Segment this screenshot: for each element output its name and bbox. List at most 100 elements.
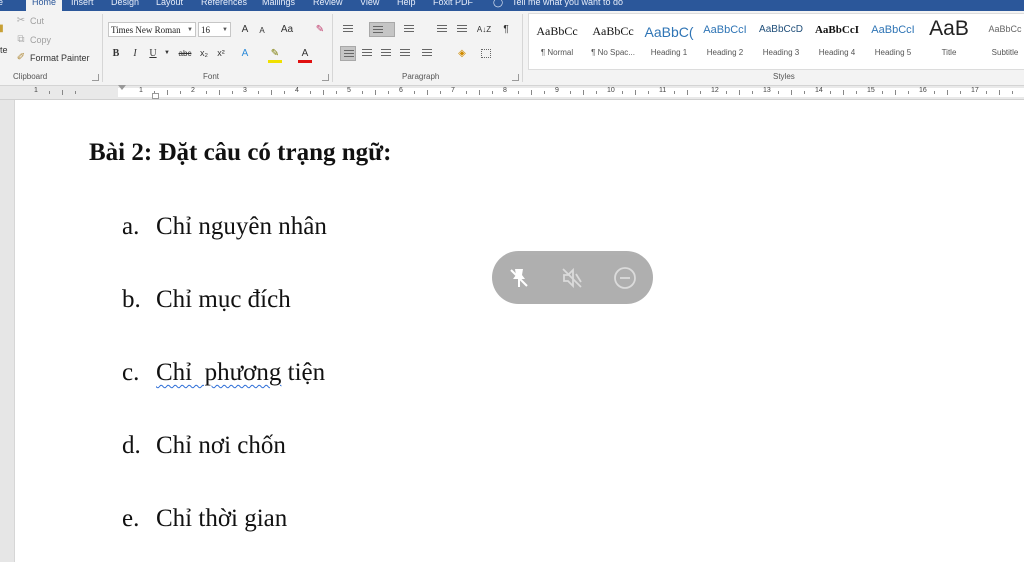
unpin-icon[interactable] <box>506 265 532 291</box>
style-normal[interactable]: AaBbCc ¶ Normal <box>529 14 585 69</box>
font-name-combo[interactable]: Times New Roman ▼ <box>108 22 196 37</box>
tell-me-search[interactable]: Tell me what you want to do <box>512 0 623 11</box>
ruler-tick <box>778 91 779 94</box>
chevron-down-icon: ▼ <box>187 27 193 33</box>
paragraph-launcher-icon[interactable] <box>512 74 519 81</box>
font-color-button[interactable]: A <box>298 46 312 61</box>
list-marker: d. <box>122 432 141 459</box>
tab-layout[interactable]: Layout <box>156 0 183 11</box>
copy-button[interactable]: Copy <box>30 35 51 45</box>
text-effects-button[interactable]: A <box>238 46 252 61</box>
superscript-button[interactable]: x² <box>214 46 228 61</box>
style-heading-3[interactable]: AaBbCcD Heading 3 <box>753 14 809 69</box>
format-painter-button[interactable]: Format Painter <box>30 53 90 63</box>
list-item-text: Chỉ nơi chốn <box>156 432 286 459</box>
style-subtitle[interactable]: AaBbCc Subtitle <box>977 14 1024 69</box>
style-heading-4[interactable]: AaBbCcI Heading 4 <box>809 14 865 69</box>
align-right-icon[interactable] <box>378 46 394 61</box>
tab-review[interactable]: Review <box>313 0 343 11</box>
bullets-icon[interactable] <box>340 22 356 37</box>
horizontal-ruler[interactable]: 1 1 2 3 4 5 6 7 8 9 10 11 12 13 14 15 16 17 <box>0 85 1024 100</box>
font-launcher-icon[interactable] <box>322 74 329 81</box>
sort-button[interactable]: A↓Z <box>476 22 492 37</box>
tab-mailings[interactable]: Mailings <box>262 0 295 11</box>
ruler-tick <box>544 91 545 94</box>
strikethrough-button[interactable]: abc <box>176 46 194 61</box>
italic-button[interactable]: I <box>129 46 141 61</box>
style-no-spacing[interactable]: AaBbCc ¶ No Spac... <box>585 14 641 69</box>
ribbon: ▮ te ✂ Cut ⧉ Copy ✐ Format Painter Clipb… <box>0 11 1024 86</box>
increase-indent-icon[interactable] <box>454 22 470 37</box>
tab-home[interactable]: Home <box>26 0 63 11</box>
list-item[interactable]: b. Chỉ mục đích <box>122 286 291 314</box>
tab-foxit-pdf[interactable]: Foxit PDF <box>433 0 473 11</box>
style-title[interactable]: AaB Title <box>921 14 977 69</box>
list-item[interactable]: c. Chỉ phương tiện <box>122 359 325 387</box>
file-tab[interactable]: e <box>0 0 3 11</box>
ruler-number: 11 <box>659 87 667 94</box>
underline-button[interactable]: U <box>147 46 159 61</box>
shading-icon[interactable]: ◈ <box>454 46 470 61</box>
exercise-heading[interactable]: Bài 2: Đặt câu có trạng ngữ: <box>89 139 391 167</box>
ruler-tick <box>739 90 740 95</box>
style-name: ¶ Normal <box>540 48 574 57</box>
ruler-tick <box>336 91 337 94</box>
list-item[interactable]: e. Chỉ thời gian <box>122 505 287 533</box>
tab-help[interactable]: Help <box>397 0 416 11</box>
ruler-number: 1 <box>139 87 143 94</box>
style-name: Heading 4 <box>818 48 856 57</box>
ruler-tick <box>934 91 935 94</box>
clipboard-launcher-icon[interactable] <box>92 74 99 81</box>
show-formatting-button[interactable]: ¶ <box>500 22 512 37</box>
list-marker: b. <box>122 286 141 313</box>
multilevel-list-icon[interactable] <box>401 22 417 37</box>
hanging-indent-marker[interactable] <box>152 93 159 99</box>
highlight-color-icon[interactable]: ✎ <box>268 46 282 61</box>
borders-icon[interactable] <box>478 46 494 61</box>
ruler-tick <box>687 90 688 95</box>
grow-font-button[interactable]: A <box>238 22 252 37</box>
subscript-button[interactable]: x₂ <box>197 46 211 61</box>
document-page[interactable] <box>15 100 1024 562</box>
tab-view[interactable]: View <box>360 0 379 11</box>
paste-icon[interactable]: ▮ <box>0 23 5 35</box>
tab-design[interactable]: Design <box>111 0 139 11</box>
ruler-tick <box>427 90 428 95</box>
style-heading-5[interactable]: AaBbCcI Heading 5 <box>865 14 921 69</box>
first-line-indent-marker[interactable] <box>118 85 126 90</box>
ruler-number: 5 <box>347 87 351 94</box>
style-heading-1[interactable]: AaBbC( Heading 1 <box>641 14 697 69</box>
ruler-tick <box>49 91 50 94</box>
tab-insert[interactable]: Insert <box>71 0 94 11</box>
chevron-down-icon[interactable]: ▼ <box>163 46 171 61</box>
style-heading-2[interactable]: AaBbCcI Heading 2 <box>697 14 753 69</box>
cut-button[interactable]: Cut <box>30 16 44 26</box>
ruler-number: 8 <box>503 87 507 94</box>
ruler-tick <box>895 90 896 95</box>
style-name: Heading 3 <box>762 48 800 57</box>
align-center-icon[interactable] <box>359 46 375 61</box>
bold-button[interactable]: B <box>110 46 122 61</box>
numbering-icon[interactable] <box>369 22 395 37</box>
ruler-tick <box>1012 91 1013 94</box>
ribbon-tab-bar: e Home Insert Design Layout References M… <box>0 0 1024 11</box>
minimize-icon[interactable] <box>612 265 638 291</box>
clear-formatting-icon[interactable]: ✎ <box>313 22 327 37</box>
font-size-combo[interactable]: 16 ▼ <box>198 22 231 37</box>
mute-icon[interactable] <box>559 265 585 291</box>
shrink-font-button[interactable]: A <box>256 23 268 38</box>
ruler-tick <box>375 90 376 95</box>
change-case-button[interactable]: Aa <box>276 22 298 37</box>
paste-label[interactable]: te <box>0 45 8 55</box>
tab-references[interactable]: References <box>201 0 247 11</box>
list-item[interactable]: a. Chỉ nguyên nhân <box>122 213 327 241</box>
lightbulb-icon: ◯ <box>493 0 504 7</box>
decrease-indent-icon[interactable] <box>434 22 450 37</box>
line-spacing-icon[interactable] <box>419 46 435 61</box>
list-item[interactable]: d. Chỉ nơi chốn <box>122 432 286 460</box>
align-left-icon[interactable] <box>340 46 356 61</box>
ruler-tick <box>479 90 480 95</box>
paragraph-group-label: Paragraph <box>402 72 440 81</box>
ruler-tick <box>206 91 207 94</box>
justify-icon[interactable] <box>397 46 413 61</box>
